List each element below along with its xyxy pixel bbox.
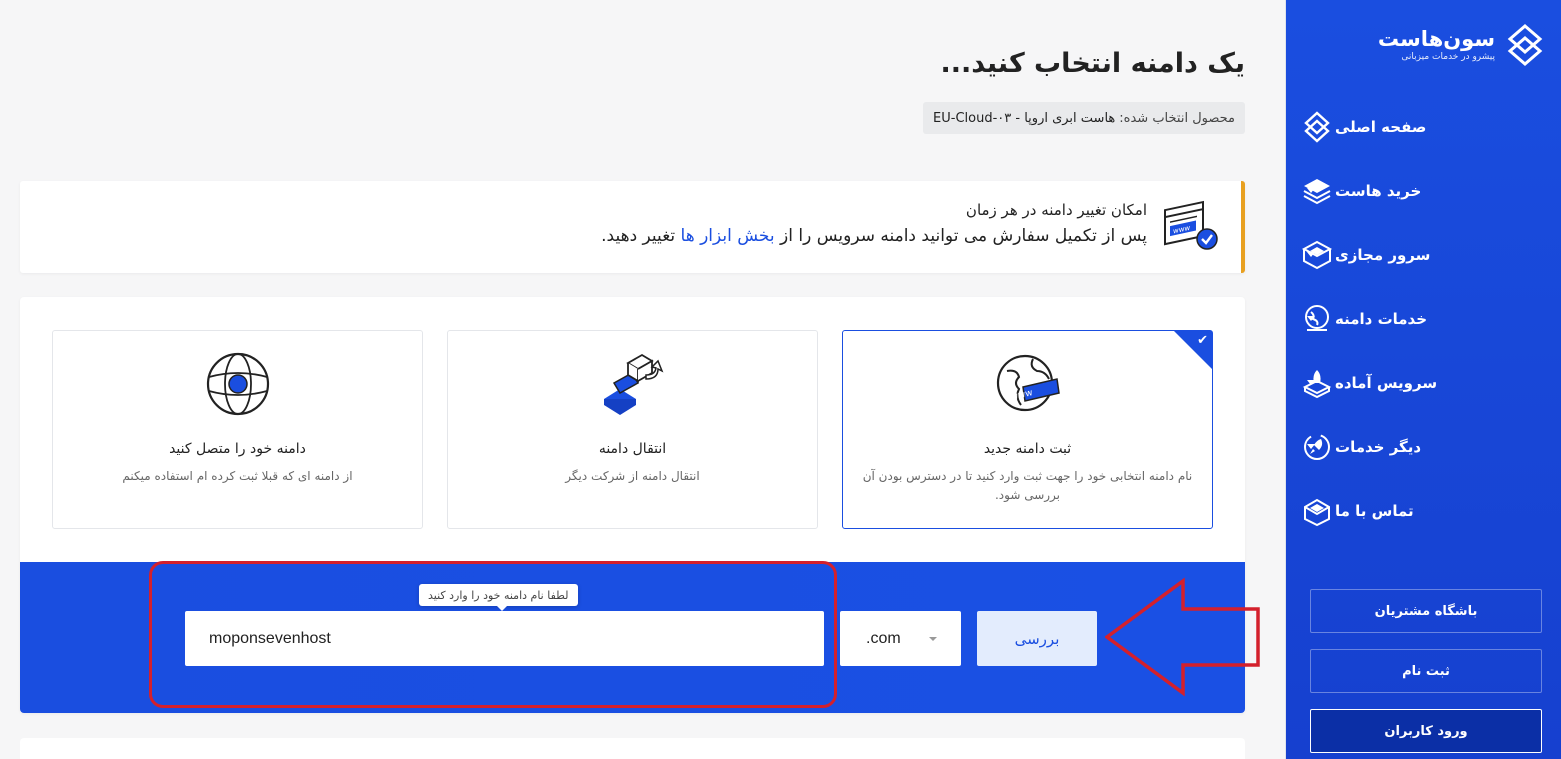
layers-icon (1299, 173, 1335, 209)
transfer-box-icon (603, 353, 663, 415)
option-description: انتقال دامنه از شرکت دیگر (565, 469, 700, 483)
chevron-down-icon (1307, 444, 1315, 449)
tld-value: .com (866, 629, 901, 647)
sidebar-item-label: سرور مجازی (1335, 246, 1431, 264)
domain-change-notice: www امکان تغییر دامنه در هر زمان پس از ت… (20, 181, 1245, 273)
sidebar: سون‌هاست پیشرو در خدمات میزبانی صفحه اصل… (1285, 0, 1561, 759)
sidebar-item-label: خدمات دامنه (1335, 310, 1428, 328)
www-browser-check-icon: www (1164, 200, 1218, 250)
sidebar-item-domain-services[interactable]: خدمات دامنه (1285, 287, 1561, 351)
domain-input-tooltip: لطفا نام دامنه خود را وارد کنید (419, 584, 578, 611)
tld-select[interactable]: .com (840, 611, 961, 666)
client-club-button[interactable]: باشگاه مشتریان (1310, 589, 1542, 633)
brand-tagline: پیشرو در خدمات میزبانی (1401, 52, 1495, 62)
sidebar-item-home[interactable]: صفحه اصلی (1285, 95, 1561, 159)
domain-search-band: لطفا نام دامنه خود را وارد کنید .com برر… (20, 562, 1245, 713)
sidebar-item-label: سرویس آماده (1335, 374, 1438, 392)
register-button[interactable]: ثبت نام (1310, 649, 1542, 693)
next-section-card (20, 738, 1245, 759)
sidebar-nav: صفحه اصلی خرید هاست سرور مجازی خدمات دام… (1285, 95, 1561, 543)
notice-body-text: پس از تکمیل سفارش می توانید دامنه سرویس … (780, 226, 1147, 246)
selected-product-value: هاست ابری اروپا - EU-Cloud-۰۳ (933, 110, 1116, 126)
page-title: یک دامنه انتخاب کنید... (940, 48, 1245, 79)
sidebar-item-label: صفحه اصلی (1335, 118, 1427, 136)
selected-product-label: محصول انتخاب شده: (1119, 110, 1235, 126)
notice-body-text-end: تغییر دهید. (601, 226, 676, 246)
option-register-new-domain[interactable]: ✔ www ثبت دامنه جدید نام دامنه انتخابی خ… (842, 330, 1213, 529)
notice-body: پس از تکمیل سفارش می توانید دامنه سرویس … (601, 221, 1147, 251)
server-box-icon (1299, 237, 1335, 273)
check-domain-button[interactable]: بررسی (977, 611, 1097, 666)
login-button[interactable]: ورود کاربران (1310, 709, 1542, 753)
home-diamond-icon (1299, 109, 1335, 145)
sidebar-item-label: تماس با ما (1335, 502, 1414, 520)
chevron-down-icon (1307, 380, 1315, 385)
sidebar-item-vps[interactable]: سرور مجازی (1285, 223, 1561, 287)
domain-options-card: ✔ www ثبت دامنه جدید نام دامنه انتخابی خ… (20, 297, 1245, 713)
domain-name-input[interactable] (185, 611, 824, 666)
option-title: دامنه خود را متصل کنید (169, 441, 306, 457)
sidebar-item-other-services[interactable]: دیگر خدمات (1285, 415, 1561, 479)
sidebar-item-contact[interactable]: تماس با ما (1285, 479, 1561, 543)
checkmark-icon: ✔ (1197, 333, 1208, 348)
option-title: ثبت دامنه جدید (983, 441, 1072, 457)
option-connect-own-domain[interactable]: دامنه خود را متصل کنید از دامنه ای که قب… (52, 330, 423, 529)
globe-icon (1299, 301, 1335, 337)
selected-product: محصول انتخاب شده: هاست ابری اروپا - EU-C… (923, 102, 1245, 134)
notice-title: امکان تغییر دامنه در هر زمان (965, 201, 1147, 219)
sidebar-item-label: دیگر خدمات (1335, 438, 1422, 456)
sidebar-item-ready-service[interactable]: سرویس آماده (1285, 351, 1561, 415)
sidebar-item-label: خرید هاست (1335, 182, 1422, 200)
option-title: انتقال دامنه (598, 441, 667, 457)
globe-target-icon (206, 352, 269, 416)
sidebar-item-buy-host[interactable]: خرید هاست (1285, 159, 1561, 223)
chevron-down-icon (1307, 188, 1315, 193)
option-description: از دامنه ای که قبلا ثبت کرده ام استفاده … (122, 469, 353, 483)
rocket-box-icon (1299, 365, 1335, 401)
globe-www-icon: www (996, 354, 1060, 412)
chevron-down-icon (929, 637, 937, 641)
envelope-box-icon (1299, 493, 1335, 529)
chevron-down-icon (1307, 316, 1315, 321)
chevron-down-icon (1307, 252, 1315, 257)
rocket-circle-icon (1299, 429, 1335, 465)
brand-logo[interactable]: سون‌هاست پیشرو در خدمات میزبانی (1378, 22, 1543, 68)
option-transfer-domain[interactable]: انتقال دامنه انتقال دامنه از شرکت دیگر (447, 330, 818, 529)
brand-name: سون‌هاست (1377, 27, 1495, 51)
logo-diamond-icon (1507, 24, 1543, 66)
tools-section-link[interactable]: بخش ابزار ها (681, 226, 775, 246)
option-description: نام دامنه انتخابی خود را جهت ثبت وارد کن… (862, 469, 1193, 502)
